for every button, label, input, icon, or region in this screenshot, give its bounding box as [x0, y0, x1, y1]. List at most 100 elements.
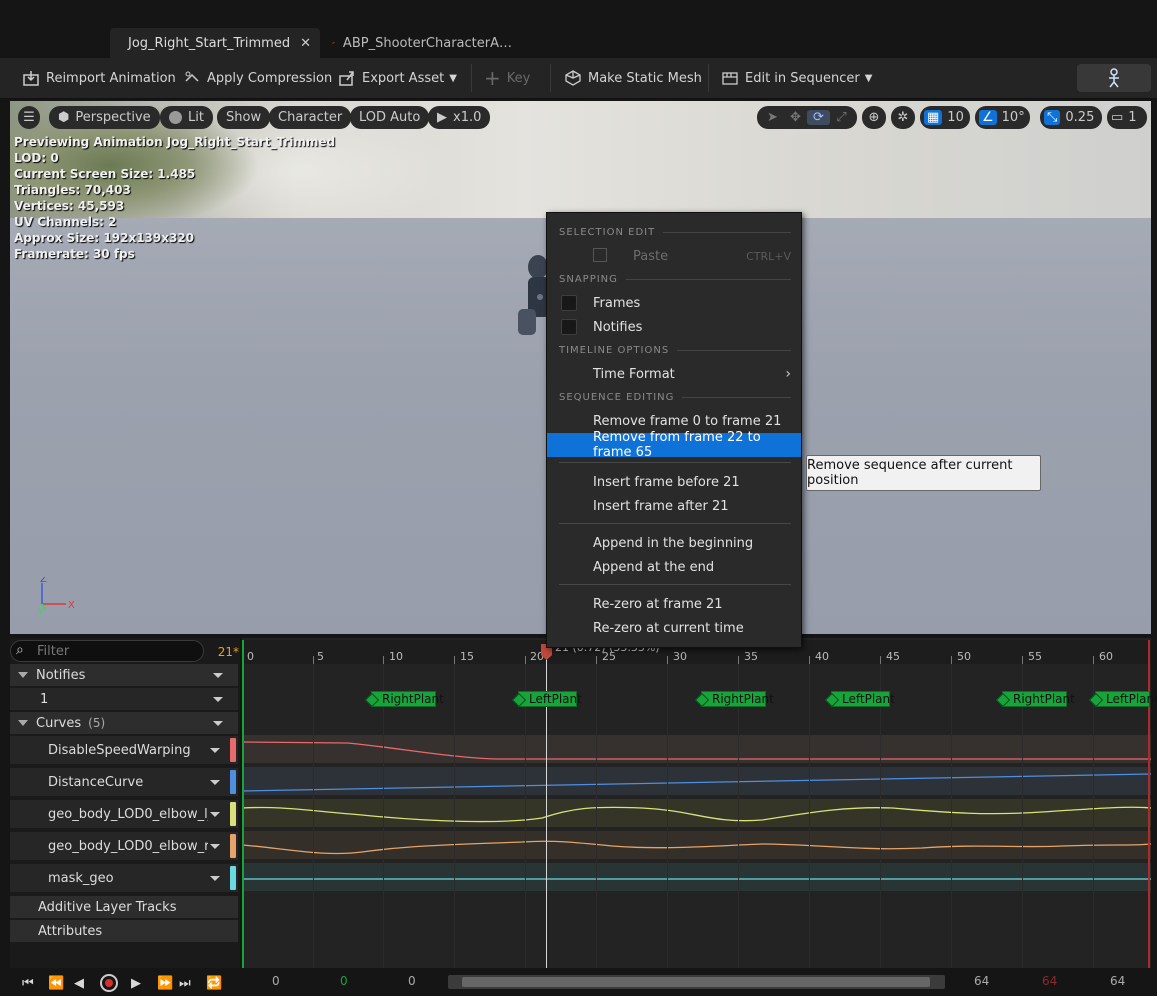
lod-label: LOD Auto [359, 110, 421, 125]
append-begin-item[interactable]: Append in the beginning [547, 531, 801, 555]
work-end-field[interactable]: 64 [1042, 974, 1057, 988]
lit-label: Lit [188, 110, 204, 125]
notify-track-1[interactable]: 1 [10, 688, 238, 710]
gridline [738, 664, 739, 968]
world-local-button[interactable]: ⊕ [862, 106, 886, 129]
remove-after-item[interactable]: Remove from frame 22 to frame 65 [547, 430, 801, 460]
notify-right-plant[interactable]: RightPlant [371, 691, 444, 707]
filter-input[interactable]: ⌕ Filter [10, 640, 204, 662]
show-button[interactable]: Show [217, 106, 271, 129]
step-forward-button[interactable]: ⏩ [157, 974, 173, 992]
edit-in-sequencer-button[interactable]: Edit in Sequencer ▼ [721, 58, 872, 98]
chevron-down-icon[interactable] [213, 672, 223, 678]
viewport-menu-button[interactable]: ☰ [18, 106, 40, 129]
notify-left-plant[interactable]: LeftPlant [831, 691, 895, 707]
end-range-marker[interactable] [1148, 640, 1150, 968]
paste-menu-item[interactable]: Paste CTRL+V [547, 244, 801, 268]
curve-color-swatch[interactable] [230, 834, 236, 858]
axis-y-label: Y [38, 608, 44, 617]
time-format-item[interactable]: Time Format › [547, 362, 801, 386]
play-button[interactable]: ▶ [131, 974, 141, 992]
rezero-frame-item[interactable]: Re-zero at frame 21 [547, 592, 801, 616]
chevron-down-icon[interactable] [213, 720, 223, 726]
start-range-marker[interactable] [242, 640, 244, 968]
skeleton-mode-button[interactable] [1077, 64, 1151, 92]
perspective-button[interactable]: ⬢ Perspective [49, 106, 160, 129]
loop-button[interactable]: 🔁 [206, 974, 222, 992]
key-button[interactable]: + Key [484, 58, 530, 98]
lit-button[interactable]: Lit [160, 106, 213, 129]
make-static-mesh-button[interactable]: Make Static Mesh [564, 58, 702, 98]
record-button[interactable] [100, 974, 118, 992]
view-start-field[interactable]: 0 [272, 974, 280, 988]
playback-start-field[interactable]: 0 [408, 974, 416, 988]
current-frame-indicator: 21* [217, 645, 239, 659]
timeline-area[interactable] [242, 638, 1151, 968]
surface-snap-button[interactable]: ✲ [891, 106, 915, 129]
select-icon[interactable]: ➤ [761, 110, 784, 125]
rezero-current-item[interactable]: Re-zero at current time [547, 616, 801, 640]
camera-speed-button[interactable]: ▭ 1 [1107, 106, 1147, 129]
reimport-animation-button[interactable]: Reimport Animation [22, 58, 176, 98]
translate-icon[interactable]: ✥ [784, 110, 807, 125]
surface-snap-icon: ✲ [897, 110, 909, 125]
chevron-down-icon[interactable] [210, 779, 220, 785]
menu-separator [559, 462, 791, 463]
chevron-down-icon[interactable] [213, 696, 223, 702]
chevron-down-icon[interactable] [210, 811, 220, 817]
curve-track-elbow-l[interactable]: geo_body_LOD0_elbow_l_M [10, 800, 238, 828]
curve-color-swatch[interactable] [230, 866, 236, 890]
tab-jog-right-start[interactable]: Jog_Right_Start_Trimmed ✕ [110, 28, 320, 58]
rotate-icon[interactable]: ⟳ [807, 110, 830, 125]
insert-after-item[interactable]: Insert frame after 21 [547, 494, 801, 518]
angle-snap-button[interactable]: ∠ 10° [975, 106, 1030, 129]
curve-track-distance-curve[interactable]: DistanceCurve [10, 768, 238, 796]
apply-compression-button[interactable]: Apply Compression [183, 58, 332, 98]
playback-speed-button[interactable]: ▶ x1.0 [428, 106, 491, 129]
character-button[interactable]: Character [269, 106, 352, 129]
scale-icon[interactable]: ⤢ [830, 110, 853, 125]
chevron-down-icon[interactable] [210, 747, 220, 753]
playback-end-field[interactable]: 64 [974, 974, 989, 988]
tab-abp-shooter[interactable]: ABP_ShooterCharacterA… [322, 28, 522, 58]
step-back-button[interactable]: ⏪ [48, 974, 64, 992]
view-end-field[interactable]: 64 [1110, 974, 1125, 988]
notifies-checkbox[interactable] [561, 319, 577, 335]
notify-right-plant[interactable]: RightPlant [1002, 691, 1075, 707]
append-begin-label: Append in the beginning [593, 535, 754, 551]
additive-layer-tracks-header[interactable]: Additive Layer Tracks [10, 896, 238, 918]
frames-checkbox[interactable] [561, 295, 577, 311]
timeline-scrollbar-thumb[interactable] [462, 977, 930, 987]
notify-left-plant[interactable]: LeftPlant [1095, 691, 1157, 707]
append-end-item[interactable]: Append at the end [547, 555, 801, 579]
insert-before-item[interactable]: Insert frame before 21 [547, 470, 801, 494]
chevron-down-icon[interactable] [210, 875, 220, 881]
curve-track-elbow-r[interactable]: geo_body_LOD0_elbow_r_M [10, 832, 238, 860]
scale-snap-button[interactable]: ⤡ 0.25 [1040, 106, 1102, 129]
paste-icon [593, 248, 607, 262]
work-start-field[interactable]: 0 [340, 974, 348, 988]
snap-notifies-item[interactable]: Notifies [547, 315, 801, 339]
export-asset-button[interactable]: Export Asset ▼ [338, 58, 457, 98]
attributes-header[interactable]: Attributes [10, 920, 238, 942]
chevron-down-icon[interactable] [210, 843, 220, 849]
curves-header[interactable]: Curves (5) [10, 712, 238, 734]
jump-to-start-button[interactable]: ⏮ [22, 974, 34, 992]
skip-forward-icon: ⏭ [179, 975, 191, 991]
stat-lod: LOD: 0 [14, 151, 59, 165]
notifies-header[interactable]: Notifies [10, 664, 238, 686]
jump-to-end-button[interactable]: ⏭ [179, 974, 191, 992]
snap-frames-item[interactable]: Frames [547, 291, 801, 315]
curve-track-mask-geo[interactable]: mask_geo [10, 864, 238, 892]
curve-color-swatch[interactable] [230, 770, 236, 794]
curve-color-swatch[interactable] [230, 802, 236, 826]
close-tab-icon[interactable]: ✕ [300, 36, 311, 51]
curve-track-disable-speed-warping[interactable]: DisableSpeedWarping [10, 736, 238, 764]
grid-snap-button[interactable]: ▦ 10 [920, 106, 970, 129]
play-reverse-button[interactable]: ◀ [74, 974, 84, 992]
notify-left-plant[interactable]: LeftPlant [518, 691, 582, 707]
curve-color-swatch[interactable] [230, 738, 236, 762]
lod-button[interactable]: LOD Auto [350, 106, 430, 129]
gridline [596, 664, 597, 968]
notify-right-plant[interactable]: RightPlant [701, 691, 774, 707]
